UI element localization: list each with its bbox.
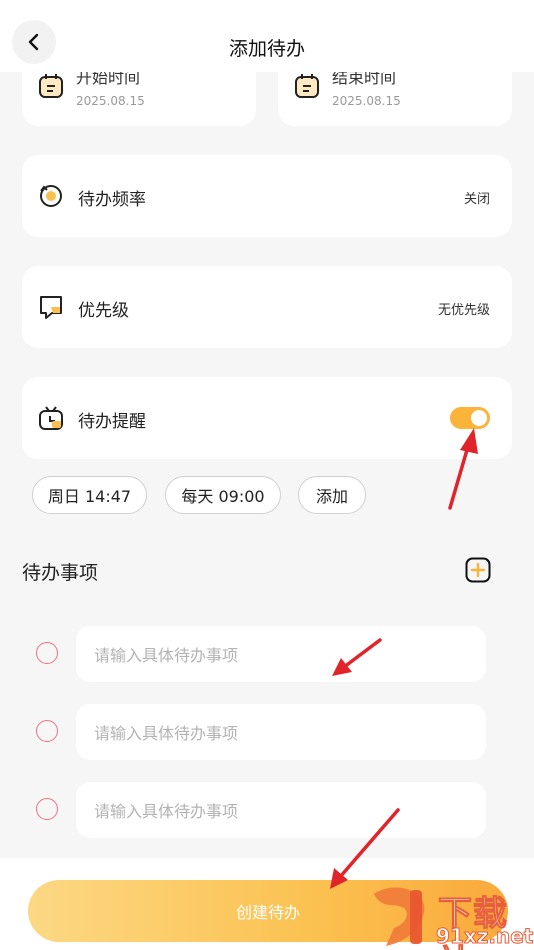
reminder-row: 待办提醒 (22, 377, 512, 459)
priority-value: 无优先级 (437, 303, 490, 318)
todo-checkbox[interactable] (36, 720, 58, 742)
frequency-label: 待办频率 (78, 190, 146, 210)
header-bar: 添加待办 (0, 0, 534, 72)
start-date-value: 2025.08.15 (76, 94, 145, 108)
reminder-toggle[interactable] (450, 407, 490, 429)
todo-input[interactable]: 请输入具体待办事项 (76, 782, 486, 838)
toggle-knob (471, 410, 487, 426)
repeat-icon (40, 185, 62, 207)
reminder-chip[interactable]: 每天 09:00 (165, 476, 281, 514)
calendar-icon (295, 74, 319, 98)
todo-section-title: 待办事项 (22, 562, 99, 584)
reminder-chip[interactable]: 周日 14:47 (32, 476, 147, 514)
flag-icon (40, 296, 62, 319)
todo-input[interactable]: 请输入具体待办事项 (76, 704, 486, 760)
priority-row[interactable]: 优先级 无优先级 (22, 266, 512, 348)
frequency-value: 关闭 (463, 192, 490, 207)
frequency-row[interactable]: 待办频率 关闭 (22, 155, 512, 237)
end-date-value: 2025.08.15 (332, 94, 401, 108)
todo-checkbox[interactable] (36, 642, 58, 664)
page-title: 添加待办 (228, 38, 305, 60)
add-reminder-chip[interactable]: 添加 (298, 476, 366, 514)
calendar-icon (39, 74, 63, 98)
todo-checkbox[interactable] (36, 798, 58, 820)
watermark-url: 91xz.net (435, 924, 534, 949)
priority-label: 优先级 (78, 301, 129, 321)
alarm-clock-icon (39, 406, 63, 430)
add-todo-icon[interactable] (465, 557, 491, 583)
reminder-label: 待办提醒 (78, 412, 146, 432)
todo-input[interactable]: 请输入具体待办事项 (76, 626, 486, 682)
